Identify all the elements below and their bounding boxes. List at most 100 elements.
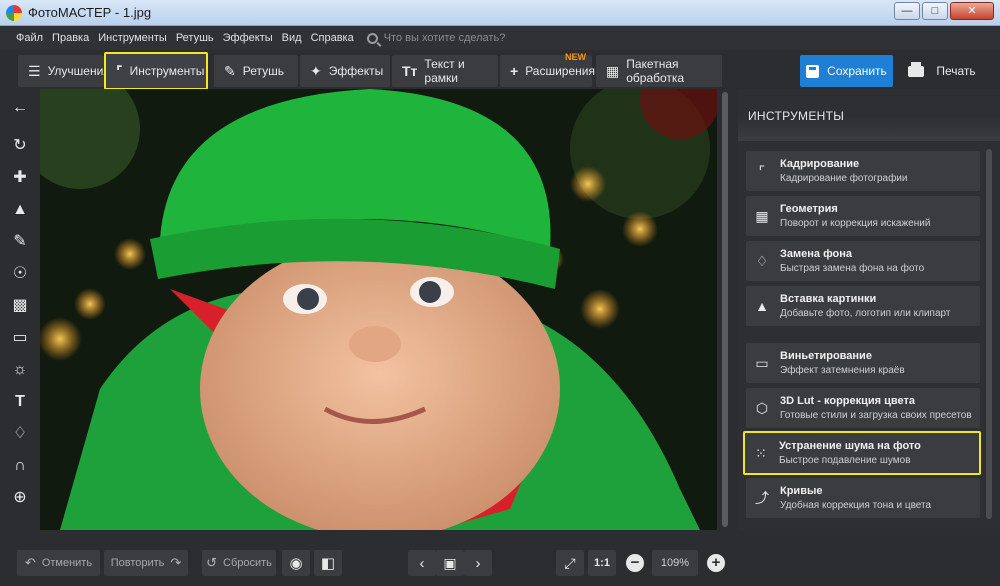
tool-subtitle: Готовые стили и загрузка своих пресетов — [780, 410, 972, 421]
panel-scrollbar[interactable] — [986, 149, 992, 519]
tab-batch[interactable]: ▦ Пакетная обработка — [596, 55, 722, 87]
tool-3dlut[interactable]: ⬡ 3D Lut - коррекция цвета Готовые стили… — [746, 388, 980, 428]
tool-geometry[interactable]: ▦ Геометрия Поворот и коррекция искажени… — [746, 196, 980, 236]
tool-vignette[interactable]: ▭ Виньетирование Эффект затемнения краёв — [746, 343, 980, 383]
tool-noise-reduction[interactable]: ⁙ Устранение шума на фото Быстрое подавл… — [743, 431, 981, 475]
tab-effects[interactable]: ✦ Эффекты — [300, 55, 390, 87]
new-badge: NEW — [565, 52, 586, 62]
reset-label: Сбросить — [223, 557, 272, 569]
undo-button[interactable]: ↶ Отменить — [17, 550, 100, 576]
rotate-icon[interactable]: ↻ — [10, 136, 30, 156]
minimize-button[interactable]: — — [894, 2, 920, 20]
fill-icon[interactable]: ♢ — [10, 424, 30, 444]
vignette-icon: ▭ — [755, 355, 769, 371]
tool-subtitle: Быстрое подавление шумов — [779, 455, 911, 466]
tool-crop[interactable]: ⌜ Кадрирование Кадрирование фотографии — [746, 151, 980, 191]
canvas-scrollbar[interactable] — [718, 89, 732, 530]
panel-header: ИНСТРУМЕНТЫ — [738, 89, 1000, 141]
tool-title: Вставка картинки — [780, 293, 877, 305]
search-placeholder[interactable]: Что вы хотите сделать? — [384, 32, 506, 44]
crosshair-icon[interactable]: ⊕ — [10, 488, 30, 508]
healing-icon[interactable]: ✚ — [10, 168, 30, 188]
tab-retouch[interactable]: ✎ Ретушь — [214, 55, 298, 87]
batch-icon: ▦ — [606, 62, 620, 79]
back-arrow-icon[interactable]: ← — [10, 98, 30, 118]
scroll-thumb[interactable] — [722, 92, 728, 527]
app-logo-icon — [6, 5, 22, 21]
tool-subtitle: Поворот и коррекция искажений — [780, 218, 931, 229]
tab-label: Инструменты — [129, 64, 205, 78]
menu-help[interactable]: Справка — [311, 32, 354, 44]
tool-title: Кривые — [780, 485, 823, 497]
brush-icon: ✎ — [224, 62, 236, 79]
image-icon: ▦ — [755, 208, 769, 224]
menu-file[interactable]: Файл — [16, 32, 43, 44]
menu-edit[interactable]: Правка — [52, 32, 89, 44]
redo-button[interactable]: Повторить ↷ — [104, 550, 188, 576]
tool-title: Замена фона — [780, 248, 853, 260]
tool-background-replace[interactable]: ♢ Замена фона Быстрая замена фона на фот… — [746, 241, 980, 281]
menu-retouch[interactable]: Ретушь — [176, 32, 214, 44]
tool-title: Геометрия — [780, 203, 838, 215]
maximize-button[interactable]: □ — [922, 2, 948, 20]
zoom-value[interactable]: 109% — [652, 550, 698, 576]
bottom-bar: ↶ Отменить Повторить ↷ ↺ Сбросить ◉ ◧ ‹ … — [0, 540, 1000, 586]
search-icon — [366, 32, 378, 44]
window-title: ФотоМАСТЕР - 1.jpg — [28, 5, 152, 20]
close-button[interactable]: ✕ — [950, 2, 994, 20]
tool-title: Устранение шума на фото — [779, 440, 921, 452]
zoom-1to1-button[interactable]: 1:1 — [588, 550, 616, 576]
command-search[interactable]: Что вы хотите сделать? — [366, 32, 506, 44]
tool-curves[interactable]: ⤴ Кривые Удобная коррекция тона и цвета — [746, 478, 980, 518]
tool-title: Виньетирование — [780, 350, 872, 362]
tool-insert-image[interactable]: ▲ Вставка картинки Добавьте фото, логоти… — [746, 286, 980, 326]
tools-panel: ИНСТРУМЕНТЫ ⌜ Кадрирование Кадрирование … — [738, 89, 1000, 530]
folder-icon[interactable]: ▣ — [436, 550, 464, 576]
horseshoe-icon[interactable]: ∩ — [10, 456, 30, 476]
tab-label: Улучшения — [47, 64, 110, 78]
undo-icon: ↶ — [24, 555, 36, 570]
save-button[interactable]: Сохранить — [800, 55, 893, 87]
tab-tools[interactable]: ⌜ Инструменты — [104, 52, 208, 90]
photo-canvas[interactable] — [40, 89, 717, 530]
vignette-icon[interactable]: ▭ — [10, 328, 30, 348]
compare-icon[interactable]: ◧ — [314, 550, 342, 576]
light-icon[interactable]: ☼ — [10, 360, 30, 380]
tab-label: Пакетная обработка — [626, 57, 685, 85]
menu-bar: Файл Правка Инструменты Ретушь Эффекты В… — [0, 26, 1000, 50]
fit-screen-icon[interactable]: ⤢ — [556, 550, 584, 576]
main-toolbar: ☰ Улучшения ⌜ Инструменты ✎ Ретушь ✦ Эфф… — [0, 50, 1000, 92]
gradient-filter-icon[interactable]: ▩ — [10, 296, 30, 316]
eye-icon[interactable]: ◉ — [282, 550, 310, 576]
menu-effects[interactable]: Эффекты — [223, 32, 273, 44]
zoom-out-button[interactable]: − — [626, 554, 644, 572]
panel-title: ИНСТРУМЕНТЫ — [748, 109, 845, 123]
print-button[interactable]: Печать — [896, 55, 988, 87]
prev-image-button[interactable]: ‹ — [408, 550, 436, 576]
sliders-icon: ☰ — [28, 62, 41, 79]
tab-enhancements[interactable]: ☰ Улучшения — [18, 55, 110, 87]
reset-icon: ↺ — [206, 555, 217, 570]
zoom-in-button[interactable]: + — [707, 554, 725, 572]
next-image-button[interactable]: › — [464, 550, 492, 576]
reset-button[interactable]: ↺ Сбросить — [202, 550, 276, 576]
tool-subtitle: Быстрая замена фона на фото — [780, 263, 925, 274]
menu-view[interactable]: Вид — [282, 32, 302, 44]
insert-image-icon: ▲ — [755, 298, 769, 314]
floppy-disk-icon — [806, 64, 820, 78]
tool-title: Кадрирование — [780, 158, 860, 170]
text-icon: Tт — [402, 63, 418, 79]
tab-extensions[interactable]: + Расширения NEW — [500, 52, 595, 87]
cube-icon: ⬡ — [755, 400, 769, 416]
stamp-icon[interactable]: ▲ — [10, 200, 30, 220]
baby-photo — [40, 89, 717, 530]
printer-icon — [908, 61, 925, 77]
menu-tools[interactable]: Инструменты — [98, 32, 167, 44]
left-toolbar: ← ↻ ✚ ▲ ✎ ☉ ▩ ▭ ☼ T ♢ ∩ ⊕ — [0, 92, 40, 530]
tool-subtitle: Кадрирование фотографии — [780, 173, 908, 184]
radial-filter-icon[interactable]: ☉ — [10, 264, 30, 284]
text-icon[interactable]: T — [10, 392, 30, 412]
print-label: Печать — [936, 64, 976, 78]
brush-icon[interactable]: ✎ — [10, 232, 30, 252]
tab-text-frames[interactable]: Tт Текст и рамки — [392, 55, 498, 87]
